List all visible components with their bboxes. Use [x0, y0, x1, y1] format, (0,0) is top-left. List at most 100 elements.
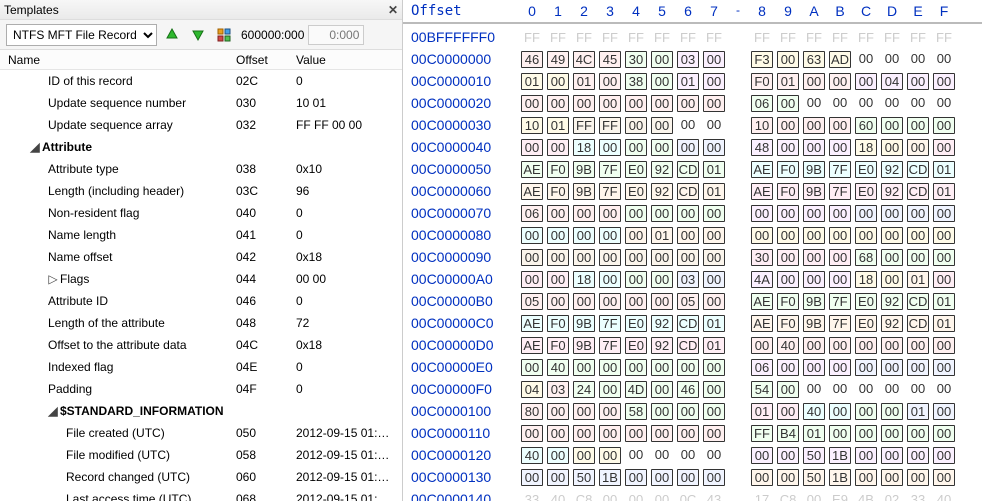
- hex-byte[interactable]: 00: [573, 293, 595, 310]
- hex-byte[interactable]: 7F: [829, 183, 851, 200]
- hex-byte[interactable]: 00: [907, 447, 929, 464]
- hex-byte[interactable]: 00: [703, 139, 725, 156]
- hex-byte[interactable]: 00: [933, 95, 955, 112]
- hex-byte[interactable]: 01: [777, 73, 799, 90]
- hex-byte[interactable]: 00: [599, 271, 621, 288]
- hex-byte[interactable]: 00: [881, 359, 903, 376]
- hex-byte[interactable]: 9B: [803, 161, 825, 178]
- hex-byte[interactable]: 7F: [829, 293, 851, 310]
- hex-byte[interactable]: F0: [547, 337, 569, 354]
- hex-byte[interactable]: F0: [547, 315, 569, 332]
- hex-row[interactable]: 00C00000301001FFFF0000000010000000600000…: [411, 114, 974, 136]
- hex-byte[interactable]: 00: [547, 425, 569, 442]
- hex-byte[interactable]: 01: [907, 403, 929, 420]
- tree-row[interactable]: ▷Flags04400 00: [0, 268, 402, 290]
- hex-byte[interactable]: 00: [907, 117, 929, 134]
- hex-byte[interactable]: 00: [933, 469, 955, 486]
- hex-byte[interactable]: 68: [855, 249, 877, 266]
- hex-byte[interactable]: 1B: [829, 469, 851, 486]
- hex-byte[interactable]: 40: [547, 492, 569, 501]
- hex-byte[interactable]: 00: [521, 139, 543, 156]
- hex-row[interactable]: 00C00000E0004000000000000006000000000000…: [411, 356, 974, 378]
- hex-byte[interactable]: 40: [777, 337, 799, 354]
- tree-row[interactable]: ID of this record02C0: [0, 70, 402, 92]
- hex-byte[interactable]: 18: [573, 271, 595, 288]
- hex-byte[interactable]: 03: [677, 271, 699, 288]
- hex-byte[interactable]: 00: [651, 359, 673, 376]
- hex-byte[interactable]: 10: [521, 117, 543, 134]
- hex-byte[interactable]: 00: [599, 381, 621, 398]
- hex-byte[interactable]: 40: [521, 447, 543, 464]
- hex-byte[interactable]: 00: [703, 381, 725, 398]
- hex-byte[interactable]: 00: [573, 359, 595, 376]
- hex-byte[interactable]: 00: [599, 205, 621, 222]
- tree-row[interactable]: Update sequence array032FF FF 00 00: [0, 114, 402, 136]
- hex-byte[interactable]: 00: [803, 95, 825, 112]
- hex-byte[interactable]: 00: [677, 249, 699, 266]
- hex-byte[interactable]: 01: [803, 425, 825, 442]
- hex-byte[interactable]: 1B: [599, 469, 621, 486]
- hex-byte[interactable]: CD: [677, 183, 699, 200]
- hex-byte[interactable]: 01: [573, 73, 595, 90]
- hex-byte[interactable]: 33: [907, 492, 929, 501]
- hex-byte[interactable]: 00: [881, 403, 903, 420]
- hex-byte[interactable]: 05: [677, 293, 699, 310]
- hex-byte[interactable]: 17: [751, 492, 773, 501]
- hex-byte[interactable]: 00: [625, 359, 647, 376]
- tree-row[interactable]: Update sequence number03010 01: [0, 92, 402, 114]
- hex-byte[interactable]: 00: [803, 249, 825, 266]
- hex-byte[interactable]: 00: [703, 205, 725, 222]
- hex-byte[interactable]: 00: [751, 227, 773, 244]
- hex-byte[interactable]: 4C: [573, 51, 595, 68]
- next-record-button[interactable]: [187, 24, 209, 46]
- hex-byte[interactable]: CD: [677, 315, 699, 332]
- hex-byte[interactable]: F0: [777, 315, 799, 332]
- hex-byte[interactable]: 05: [521, 293, 543, 310]
- hex-byte[interactable]: 00: [703, 51, 725, 68]
- hex-byte[interactable]: 00: [777, 117, 799, 134]
- hex-byte[interactable]: C8: [573, 492, 595, 501]
- tree-row[interactable]: Last access time (UTC)0682012-09-15 01:…: [0, 488, 402, 501]
- hex-byte[interactable]: AE: [751, 293, 773, 310]
- hex-byte[interactable]: 10: [751, 117, 773, 134]
- hex-byte[interactable]: 00: [625, 117, 647, 134]
- hex-row[interactable]: 00C00000A000001800000003004A000000180001…: [411, 268, 974, 290]
- hex-byte[interactable]: 06: [751, 95, 773, 112]
- hex-byte[interactable]: 00: [881, 425, 903, 442]
- hex-byte[interactable]: FF: [803, 30, 825, 45]
- hex-row[interactable]: 00C00000D0AEF09B7FE092CD0100400000000000…: [411, 334, 974, 356]
- hex-byte[interactable]: 00: [625, 139, 647, 156]
- hex-byte[interactable]: 00: [907, 73, 929, 90]
- hex-byte[interactable]: 50: [573, 469, 595, 486]
- hex-byte[interactable]: 00: [933, 403, 955, 420]
- hex-byte[interactable]: AE: [521, 161, 543, 178]
- hex-byte[interactable]: FF: [777, 30, 799, 45]
- hex-byte[interactable]: 00: [547, 447, 569, 464]
- hex-byte[interactable]: 04: [881, 73, 903, 90]
- hex-byte[interactable]: 00: [521, 359, 543, 376]
- hex-byte[interactable]: 00: [803, 492, 825, 501]
- hex-row[interactable]: 00BFFFFFF0FFFFFFFFFFFFFFFFFFFFFFFFFFFFFF…: [411, 26, 974, 48]
- hex-byte[interactable]: CD: [907, 315, 929, 332]
- hex-byte[interactable]: 48: [751, 139, 773, 156]
- hex-byte[interactable]: 54: [751, 381, 773, 398]
- hex-byte[interactable]: 50: [803, 469, 825, 486]
- hex-byte[interactable]: 60: [855, 117, 877, 134]
- hex-row[interactable]: 00C00000100100010038000100F0010000000400…: [411, 70, 974, 92]
- hex-byte[interactable]: E0: [855, 161, 877, 178]
- hex-byte[interactable]: 00: [625, 425, 647, 442]
- hex-byte[interactable]: 01: [907, 271, 929, 288]
- hex-byte[interactable]: 9B: [573, 183, 595, 200]
- hex-byte[interactable]: 00: [547, 95, 569, 112]
- hex-byte[interactable]: 7F: [829, 315, 851, 332]
- hex-byte[interactable]: 00: [829, 205, 851, 222]
- hex-body[interactable]: 00BFFFFFF0FFFFFFFFFFFFFFFFFFFFFFFFFFFFFF…: [403, 24, 982, 501]
- hex-byte[interactable]: 00: [777, 359, 799, 376]
- hex-byte[interactable]: 03: [677, 51, 699, 68]
- hex-row[interactable]: 00C000012040000000000000000000501B000000…: [411, 444, 974, 466]
- hex-byte[interactable]: 00: [625, 249, 647, 266]
- hex-byte[interactable]: FF: [677, 30, 699, 45]
- hex-byte[interactable]: 00: [829, 337, 851, 354]
- hex-byte[interactable]: 00: [573, 425, 595, 442]
- hex-row[interactable]: 00C00000C0AEF09B7FE092CD01AEF09B7FE092CD…: [411, 312, 974, 334]
